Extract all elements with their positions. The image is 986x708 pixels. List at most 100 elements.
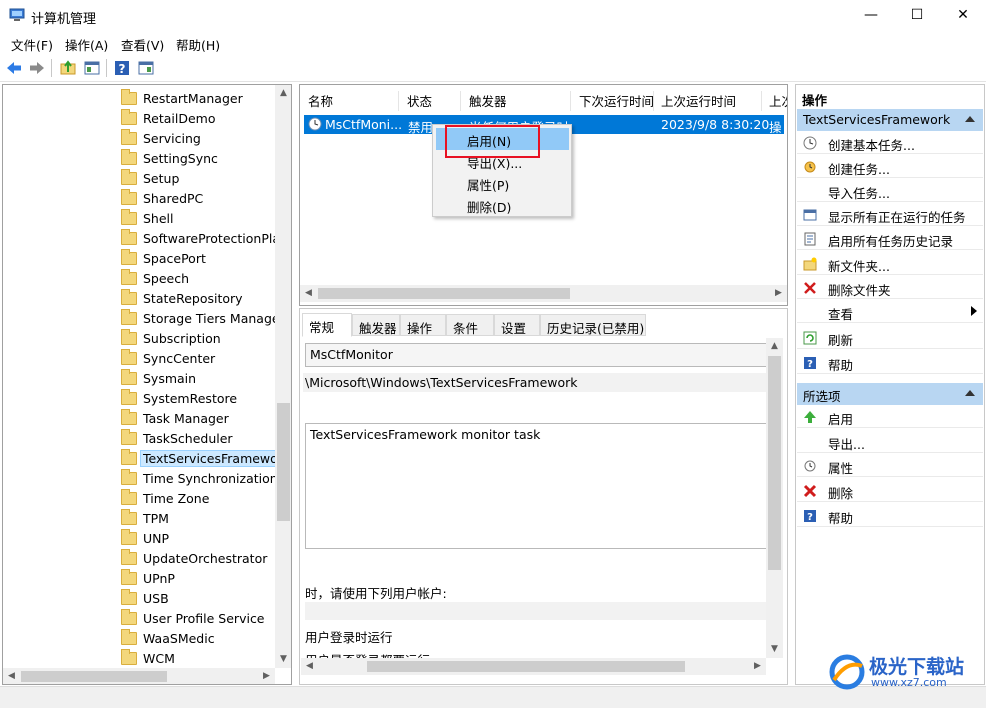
tab-settings[interactable]: 设置: [494, 314, 540, 336]
collapse-icon[interactable]: [965, 390, 975, 396]
action-item[interactable]: 删除文件夹: [797, 277, 983, 299]
task-list-hscroll-thumb[interactable]: [318, 288, 570, 299]
menu-action[interactable]: 操作(A): [65, 35, 108, 54]
back-arrow-icon[interactable]: [5, 59, 23, 77]
tree-item-label: Shell: [143, 211, 174, 226]
tab-history[interactable]: 历史记录(已禁用): [540, 314, 646, 336]
action-item[interactable]: 创建基本任务...: [797, 132, 983, 154]
show-hide-tree-icon[interactable]: [83, 59, 101, 77]
action-item[interactable]: 查看: [797, 301, 983, 323]
column-last-run[interactable]: 上次运行时间: [655, 91, 762, 111]
column-next-run[interactable]: 下次运行时间: [573, 91, 654, 111]
tab-general[interactable]: 常规: [302, 313, 352, 337]
action-item[interactable]: 新文件夹...: [797, 253, 983, 275]
tree-item-label: User Profile Service: [143, 611, 265, 626]
tree-horizontal-scrollbar[interactable]: ◀ ▶: [3, 668, 275, 684]
task-list-horizontal-scrollbar[interactable]: ◀ ▶: [300, 285, 787, 302]
action-label: 导入任务...: [828, 186, 890, 201]
folder-icon: [121, 349, 137, 365]
folder-icon: [121, 649, 137, 665]
maximize-button[interactable]: ☐: [894, 0, 940, 30]
toolbar-separator: [106, 59, 107, 77]
selected-action-item[interactable]: 导出...: [797, 431, 983, 453]
action-item[interactable]: 启用所有任务历史记录: [797, 228, 983, 250]
scroll-left-arrow-icon[interactable]: ◀: [3, 668, 20, 684]
detail-hscroll-thumb[interactable]: [367, 661, 685, 672]
menu-help[interactable]: 帮助(H): [176, 35, 220, 54]
scroll-up-arrow-icon[interactable]: ▲: [275, 85, 291, 102]
actions-section-folder[interactable]: TextServicesFramework: [797, 109, 983, 131]
column-trigger[interactable]: 触发器: [463, 91, 571, 111]
tree-item-label: RestartManager: [143, 91, 243, 106]
properties-icon[interactable]: [137, 59, 155, 77]
detail-scroll-thumb[interactable]: [768, 356, 781, 570]
forward-arrow-icon[interactable]: [28, 59, 46, 77]
scroll-up-arrow-icon[interactable]: ▲: [766, 338, 783, 355]
tree-pane[interactable]: RestartManager RetailDemo Servicing Setting…: [2, 84, 292, 685]
selected-action-item[interactable]: 启用: [797, 406, 983, 428]
create-task-icon: [804, 161, 816, 173]
scroll-right-arrow-icon[interactable]: ▶: [770, 285, 787, 302]
tree-item-label: USB: [143, 591, 169, 606]
folder-icon: [121, 249, 137, 265]
task-name-field[interactable]: MsCtfMonitor: [305, 343, 767, 367]
folder-icon: [121, 329, 137, 345]
tab-actions[interactable]: 操作: [400, 314, 446, 336]
scroll-right-arrow-icon[interactable]: ▶: [258, 668, 275, 684]
folder-icon: [121, 369, 137, 385]
detail-vertical-scrollbar[interactable]: ▲ ▼: [766, 338, 783, 658]
minimize-button[interactable]: —: [848, 0, 894, 30]
scroll-down-arrow-icon[interactable]: ▼: [766, 641, 783, 658]
folder-icon: [121, 149, 137, 165]
tab-conditions[interactable]: 条件: [446, 314, 494, 336]
action-item[interactable]: 显示所有正在运行的任务: [797, 204, 983, 226]
context-properties[interactable]: 属性(P): [467, 175, 509, 194]
watermark-url: www.xz7.com: [871, 676, 947, 689]
tab-triggers[interactable]: 触发器: [352, 314, 400, 336]
detail-horizontal-scrollbar[interactable]: ◀ ▶: [301, 658, 766, 675]
action-label: 导出...: [828, 437, 865, 452]
menu-view[interactable]: 查看(V): [121, 35, 164, 54]
tree-hscroll-thumb[interactable]: [21, 671, 167, 682]
collapse-icon[interactable]: [965, 116, 975, 122]
scroll-left-arrow-icon[interactable]: ◀: [300, 285, 317, 302]
selected-action-item[interactable]: 属性: [797, 455, 983, 477]
folder-icon: [121, 629, 137, 645]
action-label: 查看: [828, 307, 854, 322]
computer-management-icon: [9, 8, 25, 21]
window-title: 计算机管理: [31, 12, 97, 27]
scroll-right-arrow-icon[interactable]: ▶: [749, 658, 766, 675]
action-label: 删除文件夹: [828, 283, 891, 298]
actions-section-selected[interactable]: 所选项: [797, 383, 983, 405]
folder-icon: [121, 189, 137, 205]
help-icon[interactable]: ?: [113, 59, 131, 77]
title-bar: 计算机管理 — ☐ ✕: [0, 0, 986, 32]
selected-action-item[interactable]: ? 帮助: [797, 505, 983, 527]
folder-icon: [121, 489, 137, 505]
action-label: 创建任务...: [828, 162, 890, 177]
task-description-field[interactable]: TextServicesFramework monitor task: [305, 423, 767, 549]
menu-file[interactable]: 文件(F): [11, 35, 53, 54]
tree-scroll-thumb[interactable]: [277, 403, 290, 521]
context-delete[interactable]: 删除(D): [467, 197, 511, 216]
scroll-left-arrow-icon[interactable]: ◀: [301, 658, 318, 675]
up-folder-icon[interactable]: [59, 59, 77, 77]
column-status[interactable]: 状态: [401, 91, 461, 111]
tree-vertical-scrollbar[interactable]: ▲ ▼: [275, 85, 291, 668]
run-option-logged-on[interactable]: 用户登录时运行: [305, 627, 393, 646]
task-location: \Microsoft\Windows\TextServicesFramework: [303, 373, 767, 392]
security-options-label: 时，请使用下列用户帐户:: [305, 586, 447, 601]
tree-item-label: SharedPC: [143, 191, 204, 206]
tree-item-label: TaskScheduler: [143, 431, 233, 446]
column-name[interactable]: 名称: [302, 91, 399, 111]
selected-action-item[interactable]: 删除: [797, 480, 983, 502]
close-button[interactable]: ✕: [940, 0, 986, 30]
action-item[interactable]: ? 帮助: [797, 352, 983, 374]
create-basic-task-icon: [803, 136, 817, 150]
folder-icon: [121, 569, 137, 585]
action-item[interactable]: 创建任务...: [797, 156, 983, 178]
scroll-down-arrow-icon[interactable]: ▼: [275, 651, 291, 668]
column-last-result[interactable]: 上次: [763, 91, 787, 111]
action-item[interactable]: 导入任务...: [797, 180, 983, 202]
action-item[interactable]: 刷新: [797, 327, 983, 349]
